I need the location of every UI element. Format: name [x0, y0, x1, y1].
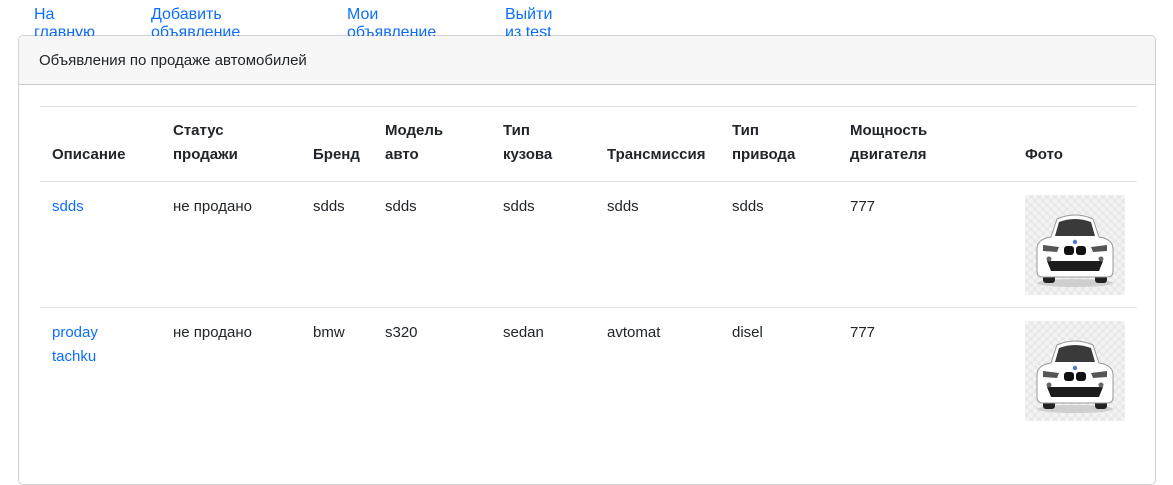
cell-description: proday tachku	[40, 308, 161, 434]
car-photo	[1025, 321, 1125, 421]
cell-transmission: avtomat	[607, 324, 661, 341]
card-title: Объявления по продаже автомобилей	[39, 51, 307, 69]
header-status: Статус продажи	[161, 106, 301, 182]
listing-link[interactable]: proday tachku	[52, 324, 98, 365]
listing-link[interactable]: sdds	[52, 198, 84, 215]
cell-drive-type: sdds	[732, 198, 764, 215]
header-transmission: Трансмиссия	[595, 106, 720, 182]
car-photo	[1025, 195, 1125, 295]
cell-engine-power: 777	[850, 198, 876, 215]
cell-photo	[1013, 182, 1137, 308]
listings-card: Объявления по продаже автомобилей Описан…	[18, 35, 1156, 485]
cell-status: не продано	[173, 198, 252, 215]
listings-table: Описание Статус продажи Бренд Модель авто …	[40, 106, 1137, 433]
cell-description: sdds	[40, 182, 161, 308]
header-engine-power: Мощность двигателя	[838, 106, 1013, 182]
header-description: Описание	[40, 106, 161, 182]
cell-status: не продано	[173, 324, 252, 341]
cell-photo	[1013, 308, 1137, 434]
cell-engine-power: 777	[850, 324, 876, 341]
cell-brand: bmw	[313, 324, 345, 341]
card-header: Объявления по продаже автомобилей	[19, 36, 1155, 85]
cell-transmission: sdds	[607, 198, 639, 215]
cell-body-type: sedan	[503, 324, 544, 341]
car-front-icon	[1036, 340, 1114, 413]
cell-model: s320	[385, 324, 418, 341]
header-drive-type: Тип привода	[720, 106, 838, 182]
header-brand: Бренд	[301, 106, 373, 182]
cell-brand: sdds	[313, 198, 345, 215]
header-model: Модель авто	[373, 106, 491, 182]
cell-body-type: sdds	[503, 198, 535, 215]
car-front-icon	[1036, 214, 1114, 287]
table-row: sdds не продано sdds sdds sdds sdds sdds…	[40, 182, 1137, 308]
cell-model: sdds	[385, 198, 417, 215]
table-header-row: Описание Статус продажи Бренд Модель авто …	[40, 106, 1137, 182]
header-body-type: Тип кузова	[491, 106, 595, 182]
cell-drive-type: disel	[732, 324, 763, 341]
header-photo: Фото	[1013, 106, 1137, 182]
table-row: proday tachku не продано bmw s320 sedan a…	[40, 308, 1137, 434]
